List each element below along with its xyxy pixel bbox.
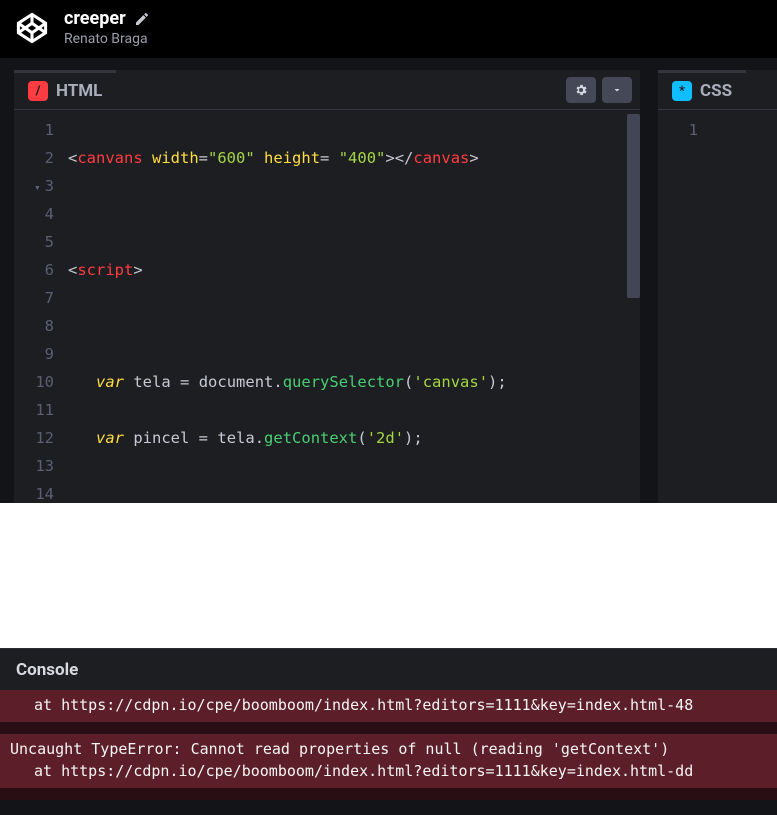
- output-preview[interactable]: [0, 503, 777, 648]
- dropdown-button[interactable]: [602, 77, 632, 103]
- code-content[interactable]: <canvans width="600" height= "400"></can…: [68, 110, 640, 503]
- chevron-down-icon: [611, 84, 623, 96]
- css-code-content[interactable]: [712, 110, 777, 503]
- console-label: Console: [16, 660, 78, 680]
- css-tab-label: CSS: [700, 81, 732, 101]
- pen-author[interactable]: Renato Braga: [64, 31, 150, 47]
- console-header[interactable]: Console: [0, 648, 777, 690]
- error-trace: at https://cdpn.io/cpe/boomboom/index.ht…: [10, 760, 767, 782]
- html-tab-label: HTML: [56, 81, 102, 101]
- scrollbar-thumb[interactable]: [627, 114, 640, 298]
- line-gutter: 1 2 3 4 5 6 7 8 9 10 11 12 13 14: [14, 110, 68, 503]
- css-badge-icon: *: [672, 81, 692, 101]
- css-code-editor[interactable]: 1: [658, 110, 777, 503]
- css-gutter: 1: [658, 110, 712, 503]
- cube-icon: [15, 11, 49, 45]
- tab-html[interactable]: / HTML: [14, 70, 116, 109]
- gear-icon: [574, 83, 588, 97]
- html-code-editor[interactable]: 1 2 3 4 5 6 7 8 9 10 11 12 13 14 <canvan…: [14, 110, 640, 503]
- console-error: at https://cdpn.io/cpe/boomboom/index.ht…: [0, 690, 777, 734]
- codepen-logo[interactable]: [14, 10, 50, 46]
- error-message: Uncaught TypeError: Cannot read properti…: [10, 738, 767, 760]
- css-panel-header: * CSS: [658, 70, 777, 110]
- settings-button[interactable]: [566, 77, 596, 103]
- tab-css[interactable]: * CSS: [658, 70, 746, 109]
- pen-title[interactable]: creeper: [64, 8, 126, 29]
- console-body[interactable]: at https://cdpn.io/cpe/boomboom/index.ht…: [0, 690, 777, 800]
- app-header: creeper Renato Braga: [0, 0, 777, 57]
- console-error: Uncaught TypeError: Cannot read properti…: [0, 734, 777, 800]
- error-trace: at https://cdpn.io/cpe/boomboom/index.ht…: [10, 694, 767, 716]
- css-editor-panel: * CSS 1: [658, 70, 777, 503]
- html-badge-icon: /: [28, 81, 48, 101]
- html-editor-panel: / HTML 1 2 3 4 5 6 7 8 9: [14, 70, 640, 503]
- editors-row: / HTML 1 2 3 4 5 6 7 8 9: [0, 57, 777, 503]
- html-panel-header: / HTML: [14, 70, 640, 110]
- edit-icon[interactable]: [134, 11, 150, 27]
